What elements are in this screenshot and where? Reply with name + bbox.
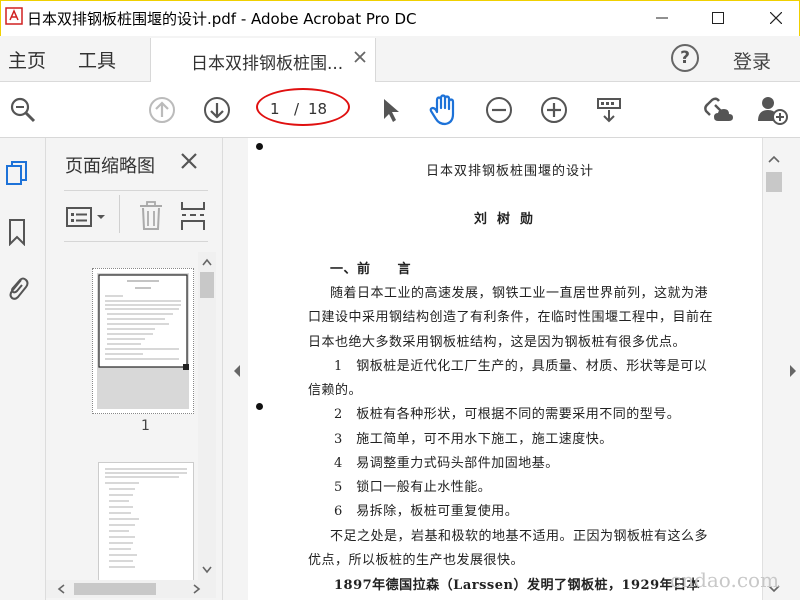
close-tab-icon[interactable] — [353, 50, 367, 64]
add-user-button[interactable] — [754, 82, 790, 138]
thumbnail-page-1-preview — [97, 273, 189, 409]
document-line: 3 施工简单，可不用水下施工，施工速度快。 — [334, 432, 613, 447]
attachment-icon[interactable] — [5, 274, 29, 302]
thumbnail-toolbar — [64, 190, 208, 242]
help-button[interactable]: ? — [671, 44, 699, 72]
thumbnails-panel: 页面缩略图 1 — [46, 138, 222, 600]
document-tab-label: 日本双排钢板桩围... — [191, 54, 344, 74]
thumbnail-scroll-thumb[interactable] — [200, 272, 214, 298]
document-title: 日本双排钢板桩围堰的设计 — [426, 164, 595, 179]
scroll-left-arrow-icon[interactable] — [54, 580, 70, 598]
minimize-icon — [656, 17, 668, 19]
title-bar: 日本双排钢板桩围堰的设计.pdf - Adobe Acrobat Pro DC — [0, 0, 800, 36]
expand-right-pane-arrow-icon[interactable] — [788, 364, 798, 378]
scroll-down-arrow-icon[interactable] — [198, 562, 216, 578]
window-title: 日本双排钢板桩围堰的设计.pdf - Adobe Acrobat Pro DC — [27, 10, 417, 28]
select-tool-button[interactable] — [376, 82, 404, 138]
doc-scroll-up-arrow-icon[interactable] — [763, 150, 785, 168]
scroll-mode-button[interactable] — [592, 82, 626, 138]
plus-circle-icon — [541, 97, 567, 123]
acrobat-icon — [5, 7, 23, 25]
arrow-down-circle-icon — [204, 97, 230, 123]
document-line: 6 易拆除，板桩可重复使用。 — [334, 504, 519, 519]
bookmark-icon[interactable] — [5, 218, 29, 246]
document-scroll-thumb[interactable] — [766, 172, 782, 192]
minimize-button[interactable] — [639, 1, 685, 35]
zoom-out-button[interactable] — [483, 82, 515, 138]
zoom-in-button[interactable] — [538, 82, 570, 138]
menu-home[interactable]: 主页 — [8, 46, 46, 73]
thumbnail-page-label: 1 — [141, 418, 150, 434]
document-author: 刘树勋 — [474, 212, 544, 227]
thumbnail-horizontal-scrollbar[interactable] — [46, 580, 216, 598]
right-pane-toggle[interactable] — [784, 138, 800, 600]
toolbar-divider — [119, 195, 120, 233]
add-user-icon — [758, 97, 788, 125]
document-line: 1897年德国拉森（Larssen）发明了钢板桩，1929年日本 — [334, 578, 701, 593]
document-line: 1 钢板桩是近代化工厂生产的，具质量、材质、形状等是可以 — [334, 359, 708, 374]
close-icon — [770, 12, 782, 24]
minus-circle-icon — [486, 97, 512, 123]
options-list-icon — [66, 207, 105, 227]
thumbnail-page-2-preview — [105, 468, 187, 568]
thumbnail-page-1[interactable] — [92, 268, 194, 414]
page-thumbnails-icon[interactable] — [5, 160, 29, 188]
next-page-button[interactable] — [201, 82, 233, 138]
panel-splitter[interactable] — [222, 138, 248, 600]
document-line: 不足之处是，岩基和极软的地基不适用。正因为钢板桩有这么多 — [330, 529, 709, 544]
options-menu-button[interactable] — [66, 205, 110, 229]
close-panel-icon[interactable] — [180, 152, 198, 170]
previous-page-button[interactable] — [146, 82, 178, 138]
document-heading: 一、前 言 — [330, 262, 412, 277]
document-line: 优点，所以板桩的生产也发展很快。 — [308, 553, 525, 568]
scroll-up-arrow-icon[interactable] — [198, 254, 216, 270]
scan-dot — [256, 143, 263, 150]
document-tab[interactable]: 日本双排钢板桩围... — [150, 38, 376, 82]
scroll-right-arrow-icon[interactable] — [188, 580, 204, 598]
extract-page-button[interactable] — [180, 201, 206, 231]
thumbnail-vertical-scrollbar[interactable] — [198, 252, 216, 580]
panel-title: 页面缩略图 — [65, 156, 155, 177]
close-window-button[interactable] — [753, 1, 799, 35]
document-line: 5 锁口一般有止水性能。 — [334, 480, 492, 495]
toolbar: 1 / 18 — [0, 82, 800, 138]
document-view[interactable]: 日本双排钢板桩围堰的设计 刘树勋 一、前 言 随着日本工业的高速发展，钢铁工业一… — [248, 138, 762, 600]
hand-tool-button[interactable] — [426, 82, 460, 138]
page-extract-icon — [181, 202, 205, 230]
share-link-button[interactable] — [700, 82, 736, 138]
maximize-icon — [712, 12, 724, 24]
menu-tools[interactable]: 工具 — [78, 46, 116, 73]
trash-icon — [140, 201, 162, 230]
login-button[interactable]: 登录 — [733, 47, 771, 74]
thumbnail-page-2[interactable] — [98, 462, 194, 582]
document-line: 4 易调整重力式码头部件加固地基。 — [334, 456, 559, 471]
document-line: 口建设中采用钢结构创造了有利条件，在临时性围堰工程中，目前在 — [308, 310, 714, 325]
document-line: 随着日本工业的高速发展，钢铁工业一直居世界前列，这就为港 — [330, 286, 709, 301]
hand-icon — [429, 94, 455, 126]
search-button[interactable] — [6, 82, 40, 138]
document-line: 信赖的。 — [308, 383, 363, 398]
document-line: 2 板桩有各种形状，可根据不同的需要采用不同的型号。 — [334, 407, 681, 422]
document-vertical-scrollbar[interactable] — [762, 138, 784, 600]
delete-page-button[interactable] — [138, 201, 164, 231]
maximize-button[interactable] — [695, 1, 741, 35]
thumbnail-list: 1 — [46, 252, 198, 582]
scan-dot — [256, 403, 263, 410]
document-page: 日本双排钢板桩围堰的设计 刘树勋 一、前 言 随着日本工业的高速发展，钢铁工业一… — [248, 138, 762, 600]
scroll-mode-icon — [597, 98, 621, 123]
thumbnail-hscroll-thumb[interactable] — [74, 583, 156, 595]
link-cloud-icon — [704, 97, 733, 121]
search-icon — [10, 97, 36, 123]
annotation-ellipse — [256, 88, 350, 126]
arrow-up-circle-icon — [149, 97, 175, 123]
navigation-pane — [0, 138, 46, 600]
document-line: 日本也绝大多数采用钢板桩结构，这是因为钢板桩有很多优点。 — [308, 335, 687, 350]
watermark: cndao.com — [670, 568, 780, 592]
cursor-icon — [384, 99, 399, 122]
collapse-panel-arrow-icon[interactable] — [232, 364, 242, 378]
